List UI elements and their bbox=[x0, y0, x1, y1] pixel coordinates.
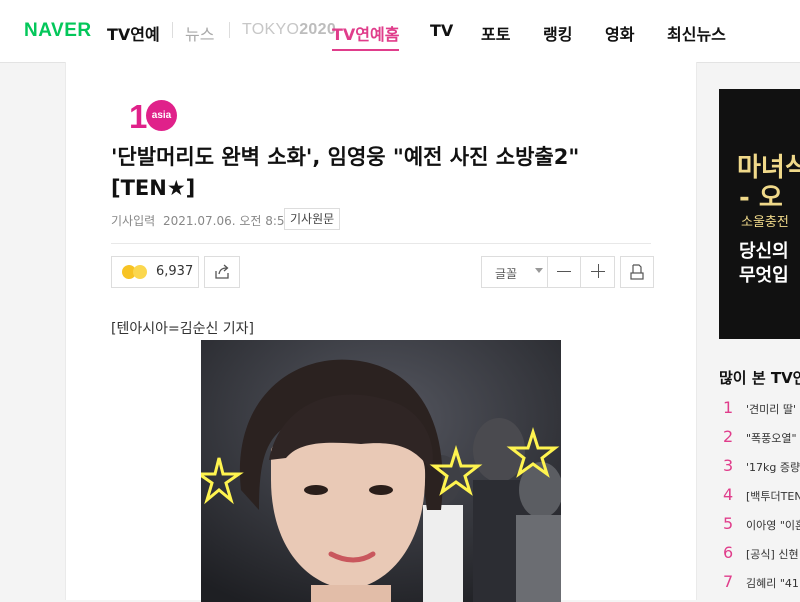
rank-number: 2 bbox=[723, 427, 734, 446]
print-button[interactable] bbox=[620, 256, 654, 288]
print-icon bbox=[630, 264, 644, 280]
rank-number: 1 bbox=[723, 398, 734, 417]
tokyo-text: TOKYO bbox=[242, 21, 300, 38]
reaction-button[interactable]: 6,937 bbox=[111, 256, 199, 288]
divider bbox=[111, 243, 651, 244]
press-logo-circle: asia bbox=[146, 100, 177, 131]
font-size-tools: 글꼴 bbox=[481, 256, 615, 288]
ad-text: - 오 bbox=[739, 183, 783, 213]
nav-latest-news[interactable]: 최신뉴스 bbox=[667, 21, 726, 45]
share-button[interactable] bbox=[204, 256, 240, 288]
tokyo-2020-link[interactable]: TOKYO2020 bbox=[242, 21, 336, 39]
share-icon bbox=[215, 264, 229, 279]
ranking-item[interactable]: 7 김혜리 "41 bbox=[719, 569, 800, 598]
ranking-title: 많이 본 TV연 bbox=[719, 369, 800, 387]
minus-icon[interactable] bbox=[557, 271, 571, 272]
news-link[interactable]: 뉴스 bbox=[185, 21, 214, 45]
service-title[interactable]: TV연예 bbox=[107, 21, 160, 45]
emoji-icon bbox=[133, 265, 147, 279]
caret-down-icon[interactable] bbox=[535, 268, 543, 273]
rank-number: 5 bbox=[723, 514, 734, 533]
ranking-item[interactable]: 5 이아영 "이혼 bbox=[719, 511, 800, 540]
ad-text: 소울충전 bbox=[741, 215, 789, 230]
divider bbox=[229, 22, 230, 38]
rank-headline[interactable]: '17kg 증량' bbox=[746, 459, 800, 475]
rank-number: 3 bbox=[723, 456, 734, 475]
rank-headline[interactable]: [공식] 신현 bbox=[746, 546, 799, 562]
top-navigation: NAVER TV연예 뉴스 TOKYO2020 TV연예홈 TV 포토 랭킹 영… bbox=[0, 0, 800, 63]
ranking-item[interactable]: 2 "폭풍오열" bbox=[719, 424, 800, 453]
meta-label: 기사입력 bbox=[111, 214, 156, 228]
ranking-item[interactable]: 3 '17kg 증량' bbox=[719, 453, 800, 482]
article-photo[interactable] bbox=[201, 340, 561, 602]
rank-number: 4 bbox=[723, 485, 734, 504]
reaction-count: 6,937 bbox=[156, 264, 194, 279]
article-headline: '단발머리도 완벽 소화', 임영웅 "예전 사진 소방출2" [TEN★] bbox=[111, 145, 580, 200]
ranking-item[interactable]: 1 '견미리 딸' bbox=[719, 395, 800, 424]
rank-number: 6 bbox=[723, 543, 734, 562]
nav-movie[interactable]: 영화 bbox=[605, 21, 634, 45]
divider bbox=[547, 257, 548, 287]
rank-headline[interactable]: 이아영 "이혼 bbox=[746, 517, 800, 533]
nav-tv-entertainment-home[interactable]: TV연예홈 bbox=[332, 21, 400, 51]
rank-headline[interactable]: 김혜리 "41 bbox=[746, 575, 799, 591]
nav-tv[interactable]: TV bbox=[430, 21, 453, 40]
article-meta: 기사입력 2021.07.06. 오전 8:56 bbox=[111, 212, 292, 229]
advertisement-banner[interactable]: 마녀식 - 오 소울충전 당신의 무엇입 bbox=[719, 89, 800, 339]
ad-text: 당신의 bbox=[739, 241, 789, 262]
article-panel: 1 asia '단발머리도 완벽 소화', 임영웅 "예전 사진 소방출2" [… bbox=[65, 62, 697, 602]
article-date: 2021.07.06. 오전 8:56 bbox=[163, 214, 293, 228]
tokyo-year: 2020 bbox=[299, 21, 337, 38]
press-logo[interactable]: 1 asia bbox=[129, 100, 177, 134]
ranking-item[interactable]: 4 [백투더TEN bbox=[719, 482, 800, 511]
plus-icon-vertical bbox=[598, 264, 599, 278]
ad-text: 무엇입 bbox=[739, 265, 789, 286]
divider bbox=[580, 257, 581, 287]
nav-ranking[interactable]: 랭킹 bbox=[543, 21, 572, 45]
font-select[interactable]: 글꼴 bbox=[495, 265, 517, 282]
rank-headline[interactable]: "폭풍오열" bbox=[746, 430, 797, 446]
rank-headline[interactable]: [백투더TEN bbox=[746, 488, 800, 504]
byline: [텐아시아=김순신 기자] bbox=[111, 321, 255, 337]
rank-number: 7 bbox=[723, 572, 734, 591]
original-article-button[interactable]: 기사원문 bbox=[284, 208, 341, 230]
divider bbox=[172, 22, 173, 38]
naver-logo[interactable]: NAVER bbox=[24, 20, 92, 42]
ranking-list: 1 '견미리 딸' 2 "폭풍오열" 3 '17kg 증량' 4 [백투더TEN 5 이아… bbox=[719, 395, 800, 598]
ranking-item[interactable]: 6 [공식] 신현 bbox=[719, 540, 800, 569]
nav-photo[interactable]: 포토 bbox=[481, 21, 510, 45]
photo-illustration bbox=[201, 340, 561, 602]
rank-headline[interactable]: '견미리 딸' bbox=[746, 401, 796, 417]
press-logo-number: 1 bbox=[129, 98, 148, 135]
